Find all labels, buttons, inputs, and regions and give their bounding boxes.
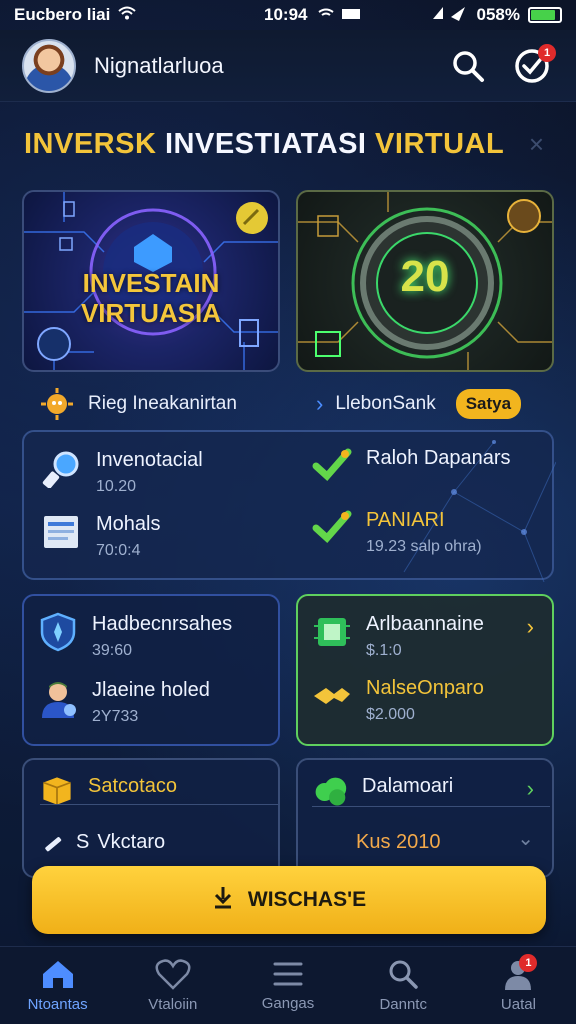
link-right[interactable]: › LlebonSank Satya [316, 384, 522, 424]
battery-percent: 058% [476, 5, 520, 24]
link-right-label: LlebonSank [335, 393, 436, 414]
box-icon [43, 777, 71, 805]
chevron-down-icon: ⌄ [517, 828, 534, 850]
home-icon [42, 961, 73, 988]
tab-search[interactable]: Danntc [346, 947, 461, 1024]
satya-button[interactable]: Satya [455, 389, 522, 419]
document-icon [44, 516, 78, 548]
avatar[interactable] [22, 38, 76, 93]
clock: 10:94 [264, 5, 308, 24]
page-title-row: INVERSK INVESTIATASI VIRTUAL × [24, 118, 552, 170]
check-icon [312, 448, 352, 481]
download-arrow-icon [212, 885, 234, 915]
profile-icon: 1 [501, 954, 538, 990]
status-bar: Eucbero liai 10:94 058% [0, 0, 576, 30]
banner-investasi[interactable]: INVESTAIN VIRTUASIA [22, 190, 280, 372]
card4-item-1: Dalamoari [312, 774, 453, 810]
search-tool-icon [42, 451, 79, 488]
card1-item-2: Jlaeine holed 2Y733 [38, 678, 210, 728]
shield-icon [40, 612, 76, 652]
card-hadbecnrsahes[interactable]: Hadbecnrsahes 39:60 Jlaeine holed 2Y733 [22, 594, 280, 746]
card4-item-2: Kus 2010 [356, 831, 441, 853]
sun-icon [41, 388, 73, 420]
summary-item-4[interactable]: PANIARI 19.23 salp ohra) [312, 508, 482, 558]
card3-item-2: S Vkctaro [40, 830, 165, 858]
username: Nignatlarluoa [94, 52, 224, 78]
tab-profile[interactable]: 1 Uatal [461, 947, 576, 1024]
search-button[interactable] [448, 46, 488, 86]
app-header: Nignatlarluoa 1 [0, 30, 576, 102]
card-dalamoari[interactable]: › Dalamoari ⌄ Kus 2010 [296, 758, 554, 878]
card2-item-1: Arlbaannaine $.1:0 [312, 612, 484, 662]
close-icon[interactable]: × [529, 129, 544, 160]
search-icon [453, 50, 484, 82]
link-left-label: Rieg Ineakanirtan [88, 393, 237, 414]
card2-item-2: NalseOnparo $2.000 [312, 676, 484, 726]
banner-left-text: INVESTAIN VIRTUASIA [80, 268, 222, 328]
search-icon [389, 960, 418, 989]
person-icon [42, 682, 76, 718]
pen-icon [45, 837, 62, 852]
handshake-icon [314, 688, 350, 704]
chevron-right-icon: › [526, 776, 534, 801]
page-title: INVERSK INVESTIATASI VIRTUAL [24, 127, 505, 160]
chip-icon [314, 618, 350, 646]
tab-home[interactable]: Ntoantas [0, 947, 115, 1024]
link-left[interactable]: Rieg Ineakanirtan [40, 384, 237, 424]
carrier-label: Eucbero liai [14, 5, 111, 24]
card-arlbaannaine[interactable]: › Arlbaannaine $.1:0 NalseOnparo $2.000 [296, 594, 554, 746]
notifications-button[interactable]: 1 [512, 43, 556, 86]
status-icons [318, 7, 364, 24]
summary-panel: Invenotacial 10.20 Raloh Dapanars Mohals… [22, 430, 556, 582]
card-satcotaco[interactable]: Satcotaco S Vkctaro [22, 758, 280, 878]
check-icon [312, 510, 352, 543]
wifi-icon [118, 6, 137, 24]
menu-icon [273, 962, 303, 986]
card1-item-1: Hadbecnrsahes 39:60 [38, 612, 232, 662]
purchase-button-label: WISCHAS'E [247, 888, 367, 911]
card3-item-1: Satcotaco [40, 774, 177, 808]
battery-icon [528, 7, 562, 23]
bottom-tab-bar: Ntoantas Vtaloiin Gangas Danntc 1 Uatal [0, 946, 576, 1024]
notification-badge: 1 [538, 43, 556, 62]
battery-fill [531, 10, 555, 20]
signal-icon [431, 5, 469, 26]
tab-favorites[interactable]: Vtaloiin [115, 947, 230, 1024]
summary-item-2[interactable]: Raloh Dapanars [312, 446, 511, 486]
chevron-right-icon: › [526, 614, 534, 639]
summary-item-1[interactable]: Invenotacial 10.20 [42, 448, 203, 498]
banner-counter-number: 20 [400, 252, 450, 301]
divider [312, 806, 550, 807]
banner-counter[interactable]: 20 [296, 190, 554, 372]
purchase-button[interactable]: WISCHAS'E [32, 866, 546, 934]
tab-menu[interactable]: Gangas [230, 947, 345, 1024]
divider [40, 804, 278, 805]
cloud-icon [315, 777, 347, 806]
summary-item-3[interactable]: Mohals 70:0:4 [42, 512, 160, 562]
chevron-right-icon: › [316, 391, 324, 416]
heart-icon [155, 959, 191, 990]
